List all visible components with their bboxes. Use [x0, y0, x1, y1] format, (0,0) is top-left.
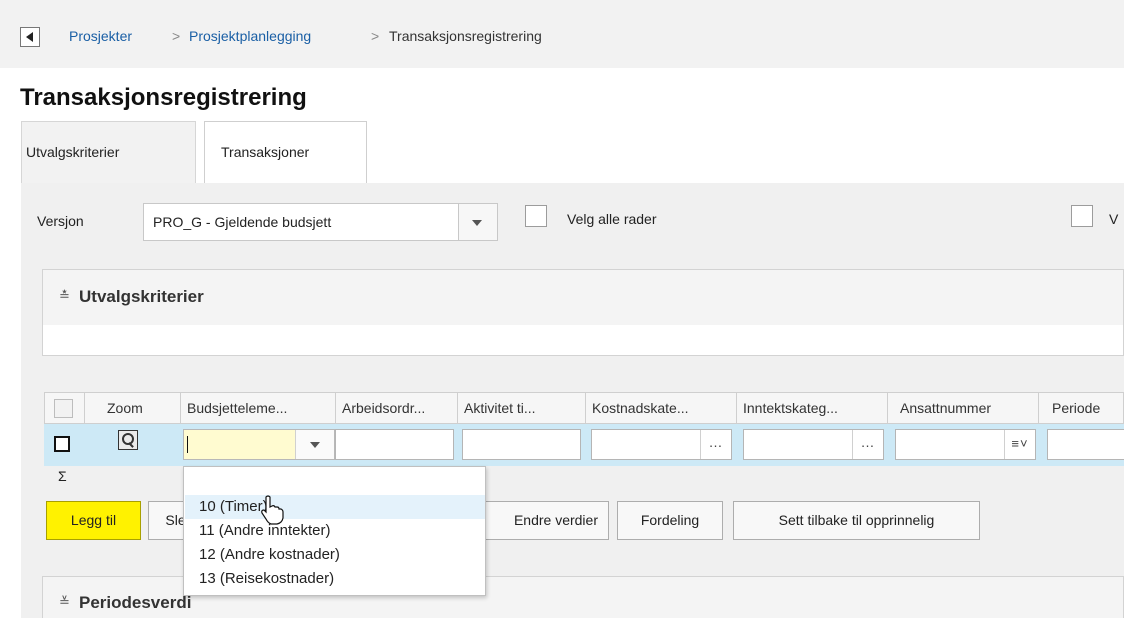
grid-header-employee-number[interactable]: Ansattnummer [888, 393, 1039, 423]
version-select-toggle[interactable] [458, 204, 497, 240]
grid-header: Zoom Budsjetteleme... Arbeidsordr... Akt… [44, 392, 1124, 424]
tab-utvalgskriterier[interactable]: Utvalgskriterier [21, 121, 196, 183]
employee-number-input[interactable]: ≡˅ [895, 429, 1036, 460]
text-cursor [187, 436, 188, 453]
extra-checkbox[interactable] [1071, 205, 1093, 227]
grid-header-budget-element[interactable]: Budsjetteleme... [181, 393, 336, 423]
zoom-icon[interactable] [118, 430, 138, 450]
sum-symbol: Σ [58, 468, 67, 484]
double-chevron-up-icon[interactable]: ≚ [59, 594, 70, 610]
breadcrumb-bar [0, 0, 1124, 68]
breadcrumb-link-prosjekter[interactable]: Prosjekter [69, 28, 132, 44]
criteria-section-title: Utvalgskriterier [79, 287, 204, 306]
grid-header-zoom[interactable]: Zoom [85, 393, 181, 423]
dropdown-option[interactable]: 10 (Timer) [185, 495, 485, 519]
extra-checkbox-label: V [1109, 211, 1119, 227]
chevron-down-icon [472, 220, 482, 226]
criteria-section [42, 269, 1124, 356]
breadcrumb-link-prosjektplanlegging[interactable]: Prosjektplanlegging [189, 28, 311, 44]
grid-header-income-category[interactable]: Inntektskateg... [737, 393, 888, 423]
dropdown-option[interactable]: 11 (Andre inntekter) [185, 519, 485, 543]
version-select-value: PRO_G - Gjeldende budsjett [153, 214, 332, 230]
breadcrumb-separator: > [172, 28, 181, 44]
cost-category-input[interactable]: … [591, 429, 732, 460]
grid-header-cost-category[interactable]: Kostnadskate... [586, 393, 737, 423]
reset-button[interactable]: Sett tilbake til opprinnelig [733, 501, 980, 540]
hand-cursor-icon [261, 495, 284, 525]
select-all-checkbox[interactable] [525, 205, 547, 227]
period-input[interactable] [1047, 429, 1124, 460]
distribution-button[interactable]: Fordeling [617, 501, 723, 540]
grid-header-select[interactable] [45, 393, 85, 423]
activity-input[interactable] [462, 429, 581, 460]
table-row: … … ≡˅ [44, 424, 1124, 466]
row-select-checkbox[interactable] [54, 436, 70, 452]
back-button[interactable] [20, 27, 40, 47]
breadcrumb-current: Transaksjonsregistrering [389, 28, 542, 44]
dropdown-option[interactable]: 13 (Reisekostnader) [185, 567, 485, 591]
income-category-input[interactable]: … [743, 429, 884, 460]
version-label: Versjon [37, 213, 84, 229]
period-section-title: Periodesverdi [79, 593, 192, 612]
ellipsis-icon[interactable]: … [700, 430, 731, 459]
work-order-input[interactable] [335, 429, 454, 460]
budget-element-dropdown-toggle[interactable] [295, 430, 334, 459]
double-chevron-down-icon[interactable]: ≛ [59, 288, 70, 304]
budget-element-input[interactable] [183, 429, 335, 460]
select-all-label: Velg alle rader [567, 211, 657, 227]
change-values-button[interactable]: Endre verdier [466, 501, 609, 540]
budget-element-dropdown: 10 (Timer) 11 (Andre inntekter) 12 (Andr… [183, 466, 486, 596]
header-select-checkbox[interactable] [54, 399, 73, 418]
tab-transaksjoner[interactable]: Transaksjoner [204, 121, 367, 183]
list-menu-icon[interactable]: ≡˅ [1004, 430, 1035, 459]
grid-header-period[interactable]: Periode [1039, 393, 1124, 423]
dropdown-option[interactable]: 12 (Andre kostnader) [185, 543, 485, 567]
criteria-section-header[interactable] [43, 270, 1123, 325]
arrow-left-icon [26, 32, 33, 42]
version-select[interactable]: PRO_G - Gjeldende budsjett [143, 203, 498, 241]
chevron-down-icon [310, 442, 320, 448]
add-button[interactable]: Legg til [46, 501, 141, 540]
page-title: Transaksjonsregistrering [20, 84, 307, 111]
grid-header-activity[interactable]: Aktivitet ti... [458, 393, 586, 423]
grid-header-work-order[interactable]: Arbeidsordr... [336, 393, 458, 423]
breadcrumb-separator: > [371, 28, 380, 44]
ellipsis-icon[interactable]: … [852, 430, 883, 459]
